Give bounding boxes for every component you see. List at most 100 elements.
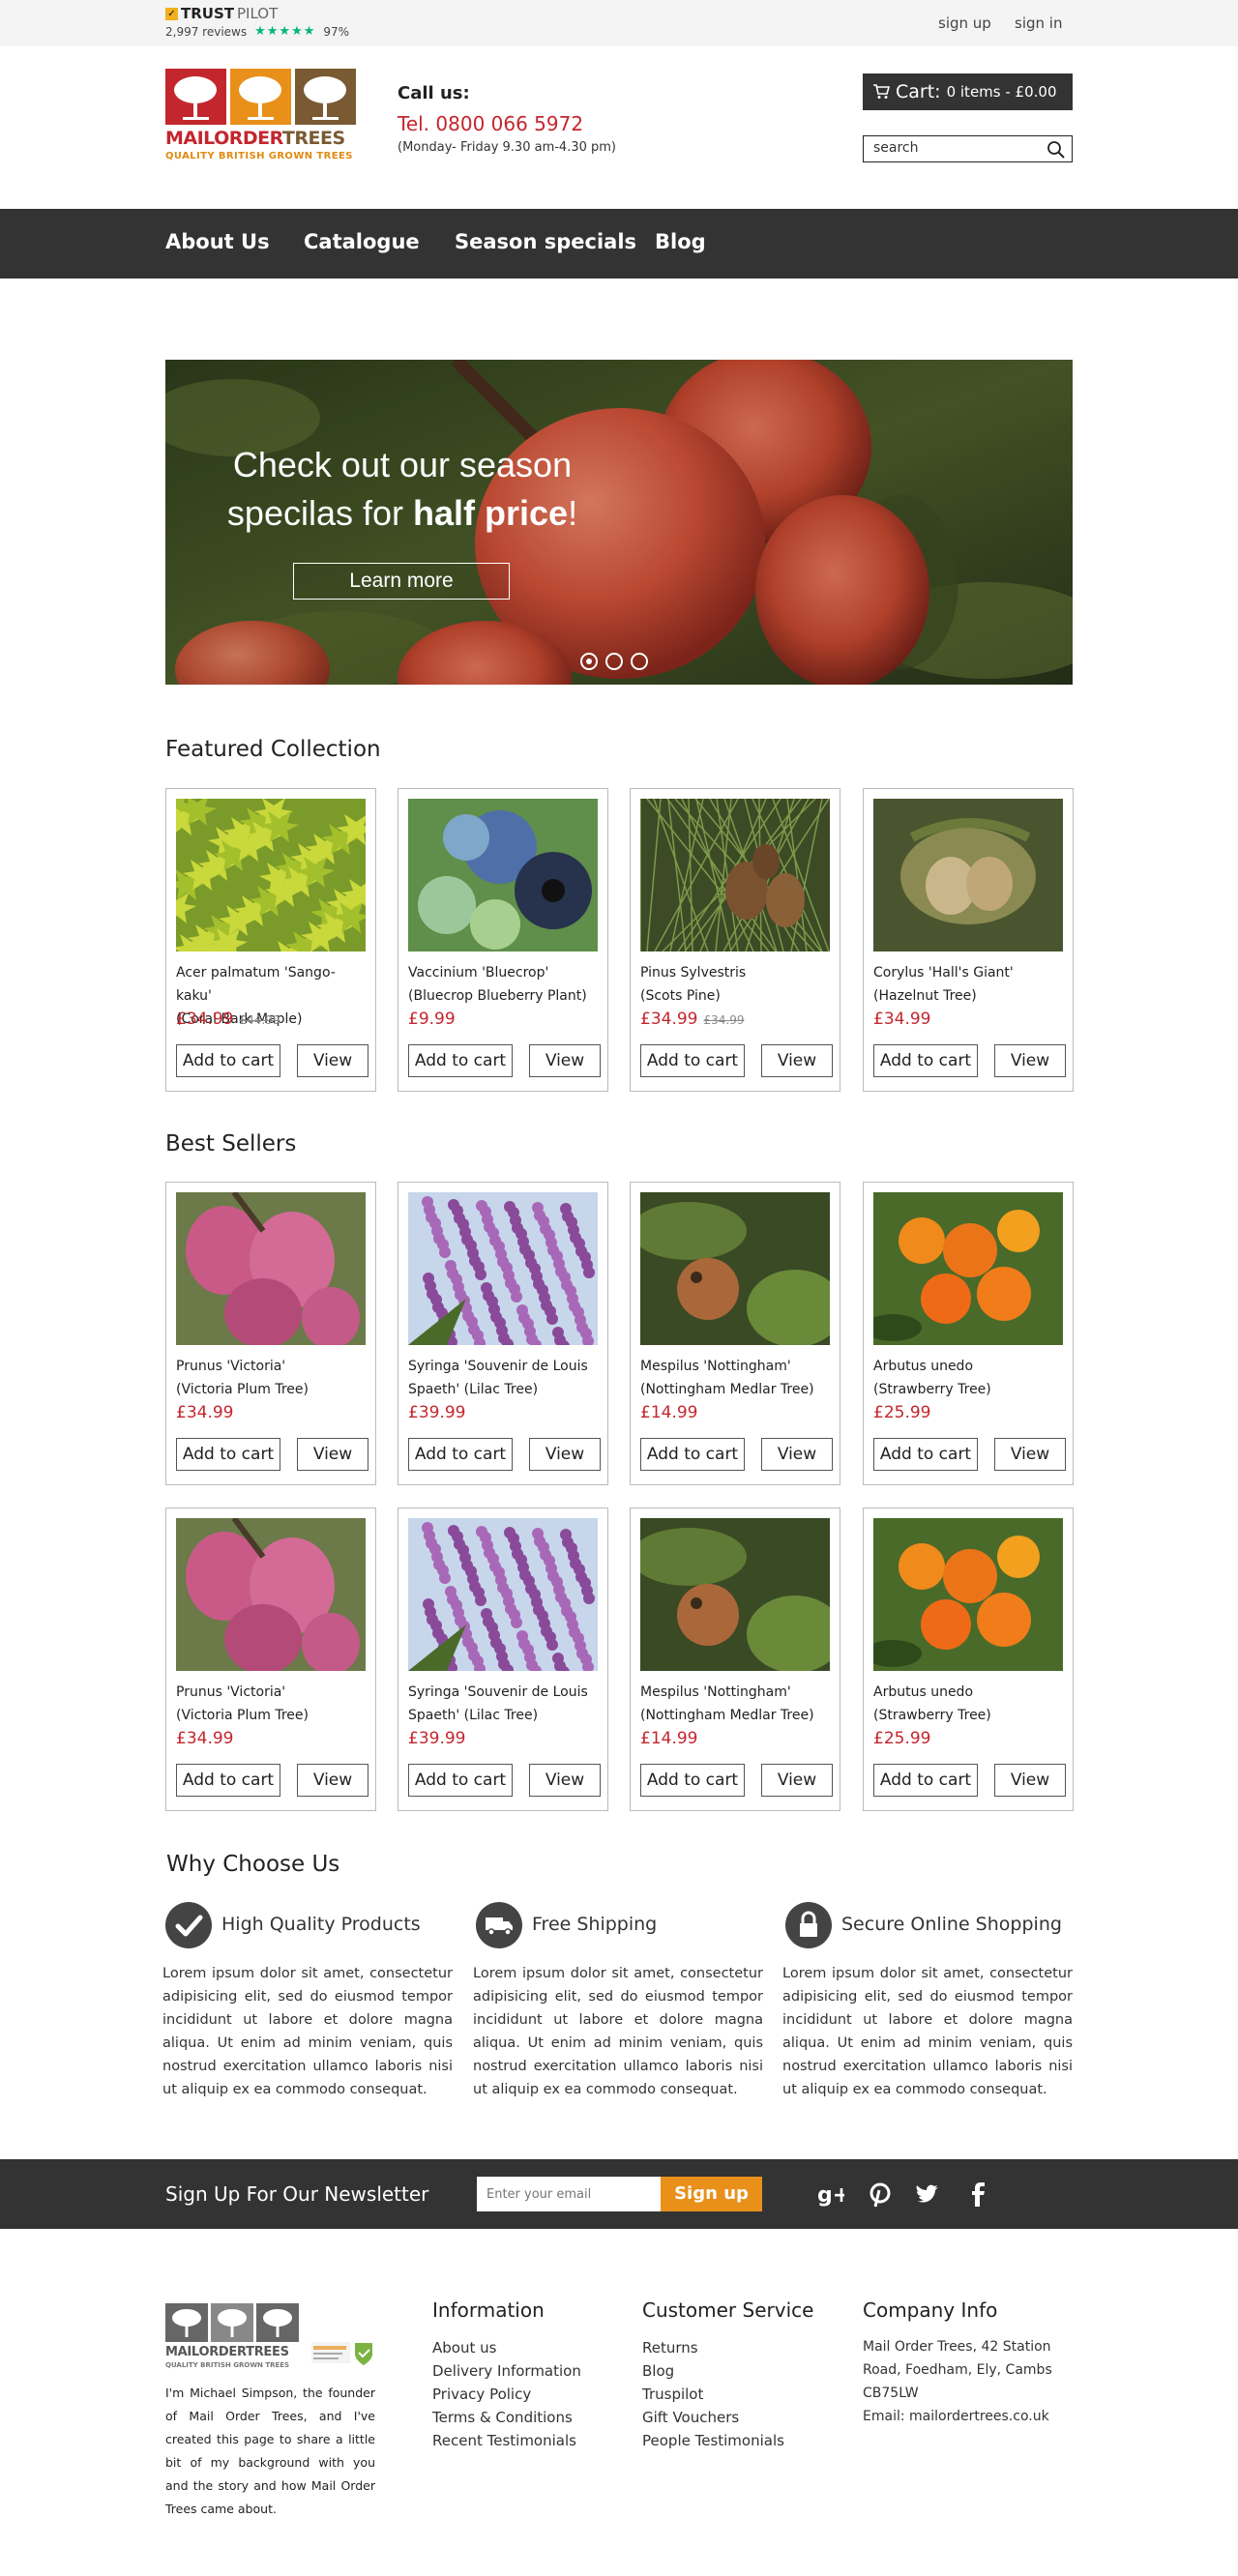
product-card[interactable]: Arbutus unedo (Strawberry Tree) £25.99 Add … — [863, 1508, 1074, 1811]
view-button[interactable]: View — [994, 1764, 1066, 1797]
search-icon[interactable] — [1046, 140, 1066, 160]
view-button[interactable]: View — [761, 1438, 833, 1471]
slide-dot-1[interactable] — [580, 653, 598, 670]
product-image[interactable] — [408, 1192, 598, 1345]
add-to-cart-button[interactable]: Add to cart — [640, 1044, 745, 1077]
product-name[interactable]: Arbutus unedo (Strawberry Tree) — [873, 1355, 1067, 1401]
product-image[interactable] — [408, 799, 598, 951]
add-to-cart-button[interactable]: Add to cart — [408, 1764, 513, 1797]
nav-about-us[interactable]: About Us — [165, 230, 270, 253]
footer-link[interactable]: Terms & Conditions — [432, 2409, 573, 2426]
add-to-cart-button[interactable]: Add to cart — [640, 1438, 745, 1471]
product-name[interactable]: Syringa 'Souvenir de Louis Spaeth' (Lilac… — [408, 1681, 602, 1727]
footer-link[interactable]: People Testimonials — [642, 2432, 784, 2449]
view-button[interactable]: View — [529, 1044, 601, 1077]
twitter-icon[interactable] — [914, 2181, 941, 2208]
footer-link[interactable]: About us — [432, 2339, 496, 2356]
product-image[interactable] — [640, 1192, 830, 1345]
view-button[interactable]: View — [994, 1438, 1066, 1471]
facebook-icon[interactable] — [964, 2181, 991, 2208]
product-image[interactable] — [176, 799, 366, 951]
learn-more-button[interactable]: Learn more — [293, 563, 510, 600]
product-image[interactable] — [640, 799, 830, 951]
product-name[interactable]: Syringa 'Souvenir de Louis Spaeth' (Lilac… — [408, 1355, 602, 1401]
newsletter-title: Sign Up For Our Newsletter — [165, 2182, 429, 2206]
add-to-cart-button[interactable]: Add to cart — [176, 1438, 280, 1471]
svg-text:g+: g+ — [817, 2183, 844, 2208]
product-name[interactable]: Mespilus 'Nottingham' (Nottingham Medlar … — [640, 1681, 834, 1727]
add-to-cart-button[interactable]: Add to cart — [640, 1764, 745, 1797]
product-image[interactable] — [873, 799, 1063, 951]
google-plus-icon[interactable]: g+ — [817, 2181, 844, 2208]
add-to-cart-button[interactable]: Add to cart — [873, 1438, 978, 1471]
footer-logo[interactable]: MAILORDERTREES QUALITY BRITISH GROWN TRE… — [165, 2303, 301, 2373]
product-name[interactable]: Corylus 'Hall's Giant' (Hazelnut Tree) — [873, 961, 1067, 1008]
nav-catalogue[interactable]: Catalogue — [304, 230, 420, 253]
company-email[interactable]: Email: mailordertrees.co.uk — [863, 2405, 1073, 2428]
product-image[interactable] — [640, 1518, 830, 1671]
hero-banner[interactable]: Check out our season specilas for half p… — [165, 360, 1073, 685]
trustpilot-logo[interactable]: ✓ TRUST PILOT — [165, 5, 278, 22]
nav-blog[interactable]: Blog — [655, 230, 706, 253]
add-to-cart-button[interactable]: Add to cart — [408, 1438, 513, 1471]
newsletter-email-input[interactable] — [477, 2177, 661, 2211]
product-name[interactable]: Arbutus unedo (Strawberry Tree) — [873, 1681, 1067, 1727]
add-to-cart-button[interactable]: Add to cart — [873, 1764, 978, 1797]
footer-link[interactable]: Returns — [642, 2339, 698, 2356]
view-button[interactable]: View — [297, 1438, 368, 1471]
product-card[interactable]: Mespilus 'Nottingham' (Nottingham Medlar … — [630, 1508, 840, 1811]
product-name[interactable]: Pinus Sylvestris (Scots Pine) — [640, 961, 834, 1008]
footer-link[interactable]: Blog — [642, 2362, 674, 2380]
search-input[interactable] — [873, 140, 1038, 156]
sign-up-link[interactable]: sign up — [938, 15, 991, 32]
footer-link[interactable]: Privacy Policy — [432, 2386, 531, 2403]
add-to-cart-button[interactable]: Add to cart — [408, 1044, 513, 1077]
site-logo[interactable]: MAILORDERTREES QUALITY BRITISH GROWN TRE… — [165, 69, 356, 165]
product-image[interactable] — [408, 1518, 598, 1671]
add-to-cart-button[interactable]: Add to cart — [873, 1044, 978, 1077]
newsletter-signup-button[interactable]: Sign up — [661, 2177, 762, 2211]
phone-number[interactable]: Tel. 0800 066 5972 — [398, 112, 583, 135]
product-name[interactable]: Mespilus 'Nottingham' (Nottingham Medlar … — [640, 1355, 834, 1401]
view-button[interactable]: View — [761, 1044, 833, 1077]
product-name[interactable]: Prunus 'Victoria' (Victoria Plum Tree) — [176, 1355, 369, 1401]
product-card[interactable]: Acer palmatum 'Sango-kaku' (Coral Bark M… — [165, 788, 376, 1092]
pinterest-icon[interactable] — [867, 2181, 894, 2208]
view-button[interactable]: View — [297, 1764, 368, 1797]
product-card[interactable]: Syringa 'Souvenir de Louis Spaeth' (Lilac… — [398, 1508, 608, 1811]
view-button[interactable]: View — [529, 1764, 601, 1797]
view-button[interactable]: View — [761, 1764, 833, 1797]
product-name[interactable]: Vaccinium 'Bluecrop' (Bluecrop Blueberry … — [408, 961, 602, 1008]
product-card[interactable]: Corylus 'Hall's Giant' (Hazelnut Tree) £3… — [863, 788, 1074, 1092]
call-us-label: Call us: — [398, 83, 470, 103]
slide-dot-2[interactable] — [605, 653, 623, 670]
nav-season-specials[interactable]: Season specials — [455, 230, 636, 253]
add-to-cart-button[interactable]: Add to cart — [176, 1044, 280, 1077]
trustpilot-brand-light: PILOT — [237, 5, 279, 22]
sign-in-link[interactable]: sign in — [1015, 15, 1062, 32]
product-image[interactable] — [176, 1192, 366, 1345]
product-image[interactable] — [176, 1518, 366, 1671]
cart-button[interactable]: Cart: 0 items - £0.00 — [863, 73, 1073, 110]
product-card[interactable]: Mespilus 'Nottingham' (Nottingham Medlar … — [630, 1182, 840, 1485]
footer-link[interactable]: Delivery Information — [432, 2362, 581, 2380]
product-image[interactable] — [873, 1192, 1063, 1345]
product-card[interactable]: Prunus 'Victoria' (Victoria Plum Tree) £34… — [165, 1508, 376, 1811]
product-card[interactable]: Arbutus unedo (Strawberry Tree) £25.99 Add … — [863, 1182, 1074, 1485]
product-image[interactable] — [873, 1518, 1063, 1671]
slide-dot-3[interactable] — [631, 653, 648, 670]
product-card[interactable]: Pinus Sylvestris (Scots Pine) £34.99 £34.9… — [630, 788, 840, 1092]
footer-link[interactable]: Gift Vouchers — [642, 2409, 739, 2426]
footer-link[interactable]: Truspilot — [642, 2386, 703, 2403]
product-card[interactable]: Vaccinium 'Bluecrop' (Bluecrop Blueberry … — [398, 788, 608, 1092]
footer-link[interactable]: Recent Testimonials — [432, 2432, 576, 2449]
view-button[interactable]: View — [529, 1438, 601, 1471]
view-button[interactable]: View — [297, 1044, 368, 1077]
feature-text: Lorem ipsum dolor sit amet, consectetur … — [162, 1966, 453, 2097]
add-to-cart-button[interactable]: Add to cart — [176, 1764, 280, 1797]
product-card[interactable]: Syringa 'Souvenir de Louis Spaeth' (Lilac… — [398, 1182, 608, 1485]
product-price: £14.99 — [640, 1403, 698, 1422]
product-name[interactable]: Prunus 'Victoria' (Victoria Plum Tree) — [176, 1681, 369, 1727]
view-button[interactable]: View — [994, 1044, 1066, 1077]
product-card[interactable]: Prunus 'Victoria' (Victoria Plum Tree) £34… — [165, 1182, 376, 1485]
